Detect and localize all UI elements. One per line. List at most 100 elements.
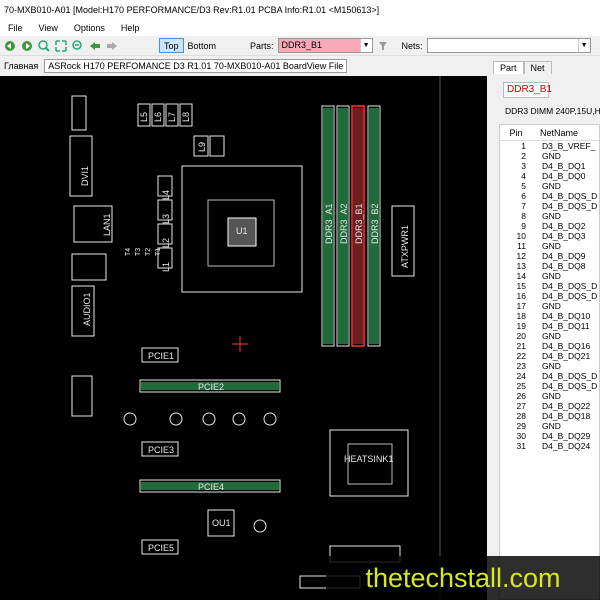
chevron-down-icon[interactable]: ▼: [577, 39, 590, 52]
pin-number: 30: [516, 431, 526, 441]
rotate-left-icon[interactable]: [3, 39, 17, 53]
pin-number: 29: [516, 421, 526, 431]
board-view[interactable]: U1 DDR3_A1 DDR3_A2 DDR3_B1 DDR3_B2 ATXPW…: [0, 76, 487, 600]
pin-number: 22: [516, 351, 526, 361]
home-tab[interactable]: Главная: [0, 61, 44, 71]
board-label-pcie2: PCIE2: [198, 382, 224, 392]
menu-help[interactable]: Help: [113, 23, 148, 33]
pin-netname: D4_B_DQ3: [542, 231, 586, 241]
table-row[interactable]: 7 D4_B_DQS_D: [500, 201, 599, 211]
board-label-atxpwr1: ATXPWR1: [400, 225, 410, 268]
pin-number: 16: [516, 291, 526, 301]
board-label-t1: T1: [155, 248, 162, 256]
pin-netname: D4_B_DQS_D: [542, 381, 598, 391]
tab-net[interactable]: Net: [523, 61, 552, 74]
parts-input[interactable]: DDR3_B1: [278, 39, 360, 52]
pin-netname: GND: [542, 361, 561, 371]
bottom-side-button[interactable]: Bottom: [184, 38, 221, 53]
board-label-ddr3-a2: DDR3_A2: [339, 203, 349, 244]
tab-part[interactable]: Part: [493, 61, 524, 74]
menu-file[interactable]: File: [0, 23, 31, 33]
pin-number: 26: [516, 391, 526, 401]
pin-number: 21: [516, 341, 526, 351]
table-row[interactable]: 9 D4_B_DQ2: [500, 221, 599, 231]
table-row[interactable]: 28 D4_B_DQ18: [500, 411, 599, 421]
zoom-out-icon[interactable]: [71, 39, 85, 53]
pin-number: 23: [516, 361, 526, 371]
pin-table[interactable]: Pin NetName 1 D3_B_VREF_ 2 GND 3 D4_B_DQ1 4 D4_…: [499, 124, 600, 600]
table-row[interactable]: 30 D4_B_DQ29: [500, 431, 599, 441]
pin-netname: D4_B_DQ16: [542, 341, 591, 351]
table-row[interactable]: 11 GND: [500, 241, 599, 251]
pin-number: 15: [516, 281, 526, 291]
window-title: 70-MXB010-A01 [Model:H170 PERFORMANCE/D3…: [0, 0, 600, 20]
table-row[interactable]: 23 GND: [500, 361, 599, 371]
top-side-button[interactable]: Top: [159, 38, 184, 53]
table-row[interactable]: 1 D3_B_VREF_: [500, 141, 599, 151]
board-label-pcie5: PCIE5: [148, 543, 174, 553]
pin-netname: D4_B_DQ11: [542, 321, 590, 331]
table-row[interactable]: 18 D4_B_DQ10: [500, 311, 599, 321]
table-row[interactable]: 20 GND: [500, 331, 599, 341]
pin-number: 9: [521, 221, 526, 231]
pin-number: 1: [521, 141, 526, 151]
menu-options[interactable]: Options: [66, 23, 113, 33]
rotate-right-icon[interactable]: [20, 39, 34, 53]
pin-number: 24: [516, 371, 526, 381]
table-row[interactable]: 27 D4_B_DQ22: [500, 401, 599, 411]
table-row[interactable]: 3 D4_B_DQ1: [500, 161, 599, 171]
table-row[interactable]: 16 D4_B_DQS_D: [500, 291, 599, 301]
pin-number: 20: [516, 331, 526, 341]
pin-netname: D4_B_DQ9: [542, 251, 586, 261]
table-row[interactable]: 22 D4_B_DQ21: [500, 351, 599, 361]
table-row[interactable]: 25 D4_B_DQS_D: [500, 381, 599, 391]
table-row[interactable]: 6 D4_B_DQS_D: [500, 191, 599, 201]
chevron-down-icon[interactable]: ▼: [359, 39, 372, 52]
board-label-pcie1: PCIE1: [148, 351, 174, 361]
table-row[interactable]: 31 D4_B_DQ24: [500, 441, 599, 451]
pin-rows: 1 D3_B_VREF_ 2 GND 3 D4_B_DQ1 4 D4_B_DQ0 5 GND 6 D4…: [500, 141, 599, 451]
search-part-icon[interactable]: [376, 39, 390, 53]
board-label-ddr3-b2: DDR3_B2: [370, 203, 380, 244]
table-row[interactable]: 19 D4_B_DQ11: [500, 321, 599, 331]
zoom-fit-icon[interactable]: [54, 39, 68, 53]
table-row[interactable]: 17 GND: [500, 301, 599, 311]
pin-netname: GND: [542, 151, 561, 161]
table-row[interactable]: 21 D4_B_DQ16: [500, 341, 599, 351]
table-row[interactable]: 5 GND: [500, 181, 599, 191]
board-label-l1: L1: [161, 262, 171, 272]
board-label-pcie3: PCIE3: [148, 445, 174, 455]
column-pin[interactable]: Pin: [500, 128, 532, 138]
pin-number: 19: [516, 321, 526, 331]
pin-number: 11: [517, 241, 526, 251]
pin-number: 4: [521, 171, 526, 181]
menu-view[interactable]: View: [31, 23, 66, 33]
table-row[interactable]: 13 D4_B_DQ8: [500, 261, 599, 271]
forward-arrow-icon[interactable]: [105, 39, 119, 53]
table-row[interactable]: 14 GND: [500, 271, 599, 281]
table-row[interactable]: 10 D4_B_DQ3: [500, 231, 599, 241]
board-label-l8: L8: [181, 112, 191, 122]
table-row[interactable]: 8 GND: [500, 211, 599, 221]
board-drawing[interactable]: U1 DDR3_A1 DDR3_A2 DDR3_B1 DDR3_B2 ATXPW…: [0, 76, 487, 600]
table-row[interactable]: 2 GND: [500, 151, 599, 161]
watermark: thetechstall.com: [326, 556, 600, 600]
zoom-in-icon[interactable]: [37, 39, 51, 53]
table-row[interactable]: 15 D4_B_DQS_D: [500, 281, 599, 291]
nets-combobox[interactable]: ▼: [426, 38, 591, 53]
pin-number: 7: [521, 201, 526, 211]
back-arrow-icon[interactable]: [88, 39, 102, 53]
part-panel: Part Net DDR3_B1 DDR3 DIMM 240P,15U,H Pi…: [493, 58, 600, 600]
table-row[interactable]: 4 D4_B_DQ0: [500, 171, 599, 181]
table-row[interactable]: 29 GND: [500, 421, 599, 431]
column-netname[interactable]: NetName: [532, 128, 578, 138]
pin-table-header: Pin NetName: [500, 125, 599, 141]
table-row[interactable]: 26 GND: [500, 391, 599, 401]
table-row[interactable]: 24 D4_B_DQS_D: [500, 371, 599, 381]
board-label-t3: T3: [135, 248, 142, 256]
pin-number: 25: [516, 381, 526, 391]
parts-combobox[interactable]: DDR3_B1 ▼: [277, 38, 373, 53]
table-row[interactable]: 12 D4_B_DQ9: [500, 251, 599, 261]
file-tab[interactable]: ASRock H170 PERFOMANCE D3 R1.01 70-MXB01…: [44, 59, 348, 73]
pin-netname: GND: [542, 211, 561, 221]
